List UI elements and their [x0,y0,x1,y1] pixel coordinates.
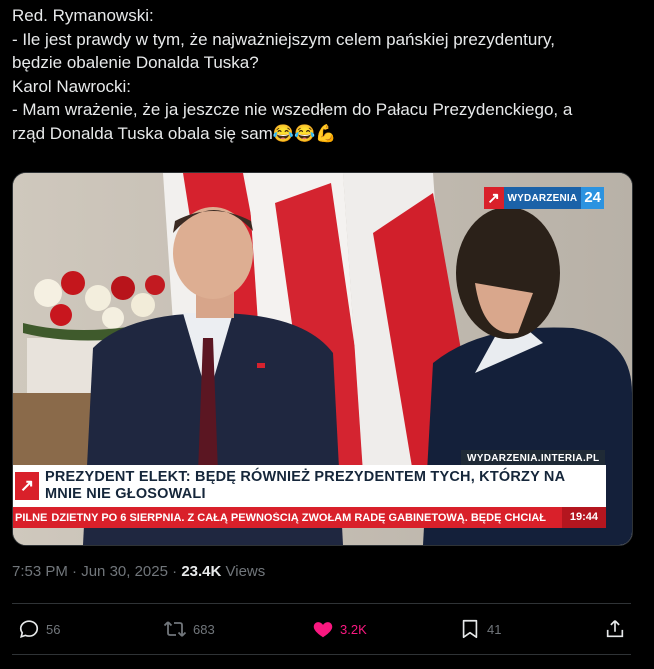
tweet-line: będzie obalenie Donalda Tuska? [12,53,259,73]
tweet-date[interactable]: Jun 30, 2025 [81,563,168,580]
divider [12,654,631,655]
tweet-line: Red. Rymanowski: [12,6,154,25]
tweet-line: - Mam wrażenie, że ja jeszcze nie wszedł… [12,100,573,120]
tweet-line: Karol Nawrocki: [12,76,132,96]
divider [12,603,631,604]
video-media[interactable]: ↗ WYDARZENIA 24 WYDARZENIA.INTERIA.PL ↗ … [12,172,633,546]
channel-logo: ↗ WYDARZENIA 24 [483,187,604,209]
like-button[interactable]: 3.2K [312,618,367,640]
repost-button[interactable]: 683 [163,618,215,640]
meta-separator: · [172,563,178,580]
tweet-text: Red. Rymanowski: - Ile jest prawdy w tym… [12,4,642,146]
ticker-text: DZIETNY PO 6 SIERPNIA. Z CAŁĄ PEWNOŚCIĄ … [51,511,547,524]
views-label: Views [225,563,266,580]
bookmark-icon [462,619,478,639]
share-icon [606,620,624,638]
bookmark-button[interactable]: 41 [459,618,501,640]
meta-separator: · [72,563,78,580]
reply-count: 56 [46,621,61,637]
lower-third-mark: ↗ [15,472,39,500]
ticker-label: PILNE [15,511,48,524]
headline: PREZYDENT ELEKT: BĘDĘ RÓWNIEŻ PREZYDENTE… [45,469,565,502]
reply-button[interactable]: 56 [18,618,60,640]
share-button[interactable] [604,618,626,640]
reply-icon [19,620,39,639]
channel-name: WYDARZENIA [507,192,578,204]
repost-count: 683 [193,621,215,637]
channel-logo-mark: ↗ [483,187,504,209]
action-bar: 56 683 3.2K 41 [18,618,630,644]
like-count: 3.2K [340,621,367,637]
tweet-meta: 7:53 PM · Jun 30, 2025 · 23.4K Views [12,563,265,580]
channel-number: 24 [581,187,604,209]
tweet-line: - Ile jest prawdy w tym, że najważniejsz… [12,29,555,49]
heart-icon [313,622,333,638]
ticker-time: 19:44 [561,507,606,528]
tweet-line: rząd Donalda Tuska obala się sam😂😂💪 [12,123,337,143]
tweet-time[interactable]: 7:53 PM [12,563,68,580]
news-ticker: PILNE DZIETNY PO 6 SIERPNIA. Z CAŁĄ PEWN… [13,507,606,528]
bookmark-count: 41 [487,621,502,637]
lower-third: ↗ PREZYDENT ELEKT: BĘDĘ RÓWNIEŻ PREZYDEN… [13,465,606,507]
views-count: 23.4K [181,563,222,580]
repost-icon [163,621,187,637]
